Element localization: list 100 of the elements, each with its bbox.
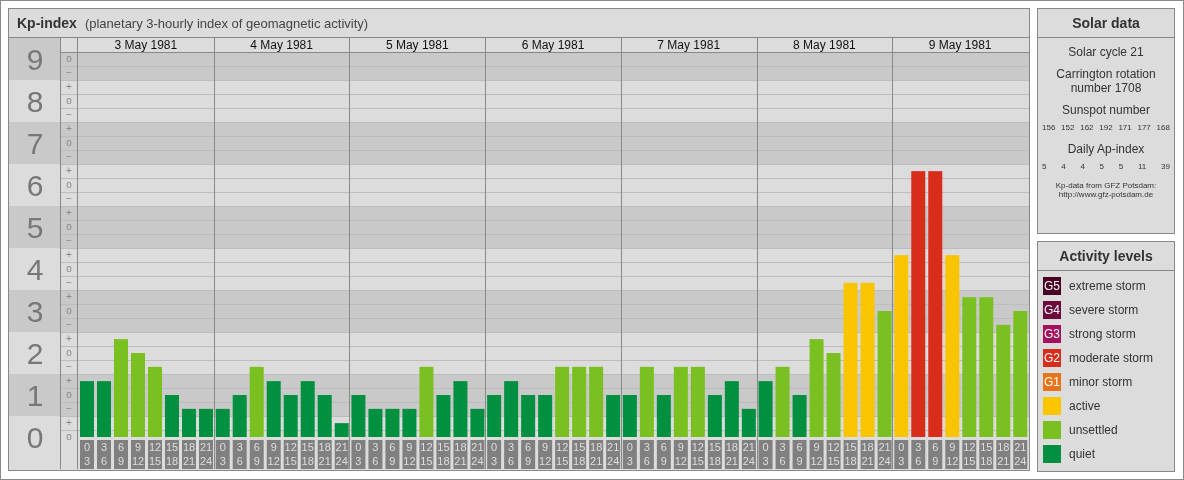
date-label: 9 May 1981: [928, 38, 992, 52]
kp-bar: [775, 366, 790, 437]
kp-sub-tick: o: [66, 431, 72, 442]
kp-bar: [300, 381, 315, 437]
kp-bar: [690, 366, 705, 437]
time-slot-start: 6: [389, 441, 396, 453]
time-slot-start: 18: [590, 441, 603, 453]
solar-cycle-text: Solar cycle 21: [1068, 45, 1144, 59]
time-slot-start: 21: [1014, 441, 1027, 453]
kp-bar: [521, 395, 536, 437]
date-label: 3 May 1981: [114, 38, 178, 52]
kp-sub-tick: o: [66, 179, 72, 190]
time-slot-end: 21: [318, 455, 331, 467]
kp-bar: [419, 366, 434, 437]
time-slot-start: 12: [420, 441, 433, 453]
time-slot-start: 12: [148, 441, 162, 453]
time-slot-start: 18: [318, 441, 331, 453]
time-slot-end: 24: [607, 455, 620, 467]
time-slot-start: 3: [643, 441, 650, 453]
time-slot-start: 21: [607, 441, 620, 453]
ap-index-value: 11: [1138, 162, 1147, 171]
date-label: 6 May 1981: [521, 38, 585, 52]
time-slot-end: 6: [508, 455, 515, 467]
level-label: strong storm: [1069, 327, 1136, 341]
time-slot-start: 3: [915, 441, 922, 453]
storm-level-label: G3: [1044, 327, 1060, 341]
ap-index-value: 5: [1042, 162, 1047, 171]
kp-axis-label: 6: [26, 168, 44, 202]
kp-bar: [589, 366, 604, 437]
kp-bar: [97, 381, 111, 437]
kp-bar: [80, 381, 94, 437]
time-slot-start: 12: [556, 441, 569, 453]
kp-axis-label: 5: [26, 210, 44, 244]
kp-axis-label: 0: [26, 420, 44, 454]
kp-bar: [487, 395, 502, 437]
time-slot-end: 15: [420, 455, 433, 467]
kp-bar: [555, 366, 570, 437]
ap-index-heading: Daily Ap-index: [1067, 142, 1145, 156]
time-slot-start: 9: [134, 441, 142, 453]
time-slot-end: 24: [878, 455, 891, 467]
time-slot-end: 21: [182, 455, 196, 467]
time-slot-end: 18: [437, 455, 450, 467]
time-slot-end: 6: [915, 455, 922, 467]
kp-axis-label: 9: [26, 42, 44, 76]
time-slot-start: 6: [117, 441, 125, 453]
storm-level-label: G5: [1044, 279, 1060, 293]
kp-bar: [402, 408, 417, 437]
credit-url: http://www.gfz-potsdam.de: [1058, 190, 1154, 199]
kp-axis-label: 4: [26, 252, 44, 286]
time-slot-start: 3: [372, 441, 379, 453]
time-slot-start: 9: [270, 441, 277, 453]
level-label: quiet: [1069, 447, 1096, 461]
time-slot-start: 15: [165, 441, 179, 453]
kp-axis-label: 1: [26, 378, 44, 412]
time-slot-end: 24: [742, 455, 755, 467]
time-slot-start: 18: [861, 441, 874, 453]
time-slot-start: 15: [980, 441, 993, 453]
kp-sub-tick: +: [66, 375, 72, 386]
time-slot-end: 24: [1014, 455, 1027, 467]
time-slot-end: 18: [844, 455, 857, 467]
ap-index-value: 4: [1061, 162, 1066, 171]
time-slot-start: 15: [573, 441, 586, 453]
kp-axis-label: 8: [26, 84, 44, 118]
level-label: active: [1069, 399, 1101, 413]
level-label: severe storm: [1069, 303, 1139, 317]
time-slot-end: 9: [253, 455, 260, 467]
kp-bar: [758, 381, 773, 437]
kp-bar: [215, 408, 230, 437]
time-slot-start: 12: [284, 441, 297, 453]
kp-sub-tick: −: [66, 361, 72, 372]
time-slot-start: 18: [454, 441, 467, 453]
kp-bar: [504, 381, 519, 437]
kp-bar: [741, 408, 756, 437]
kp-bar: [606, 395, 621, 437]
time-slot-end: 3: [898, 455, 905, 467]
time-slot-start: 3: [508, 441, 515, 453]
time-slot-end: 9: [660, 455, 667, 467]
time-slot-end: 12: [946, 455, 959, 467]
ap-index-value: 39: [1161, 162, 1170, 171]
kp-bar: [453, 381, 468, 437]
time-slot-start: 3: [236, 441, 243, 453]
time-slot-start: 21: [335, 441, 348, 453]
time-slot-end: 9: [932, 455, 939, 467]
time-slot-end: 12: [131, 455, 145, 467]
date-label: 7 May 1981: [657, 38, 721, 52]
time-slot-end: 12: [403, 455, 416, 467]
time-slot-end: 6: [372, 455, 379, 467]
time-slot-end: 12: [267, 455, 280, 467]
storm-level-label: G2: [1044, 351, 1060, 365]
credit-text: Kp-data from GFZ Potsdam:: [1055, 181, 1157, 190]
time-slot-start: 0: [219, 441, 226, 453]
time-slot-end: 9: [389, 455, 396, 467]
level-label: extreme storm: [1069, 279, 1146, 293]
kp-sub-tick: +: [66, 417, 72, 428]
time-slot-end: 3: [355, 455, 362, 467]
time-slot-start: 21: [199, 441, 213, 453]
time-slot-start: 15: [708, 441, 721, 453]
kp-bar: [385, 408, 400, 437]
kp-axis-label: 7: [26, 126, 44, 160]
kp-bar: [334, 423, 349, 437]
